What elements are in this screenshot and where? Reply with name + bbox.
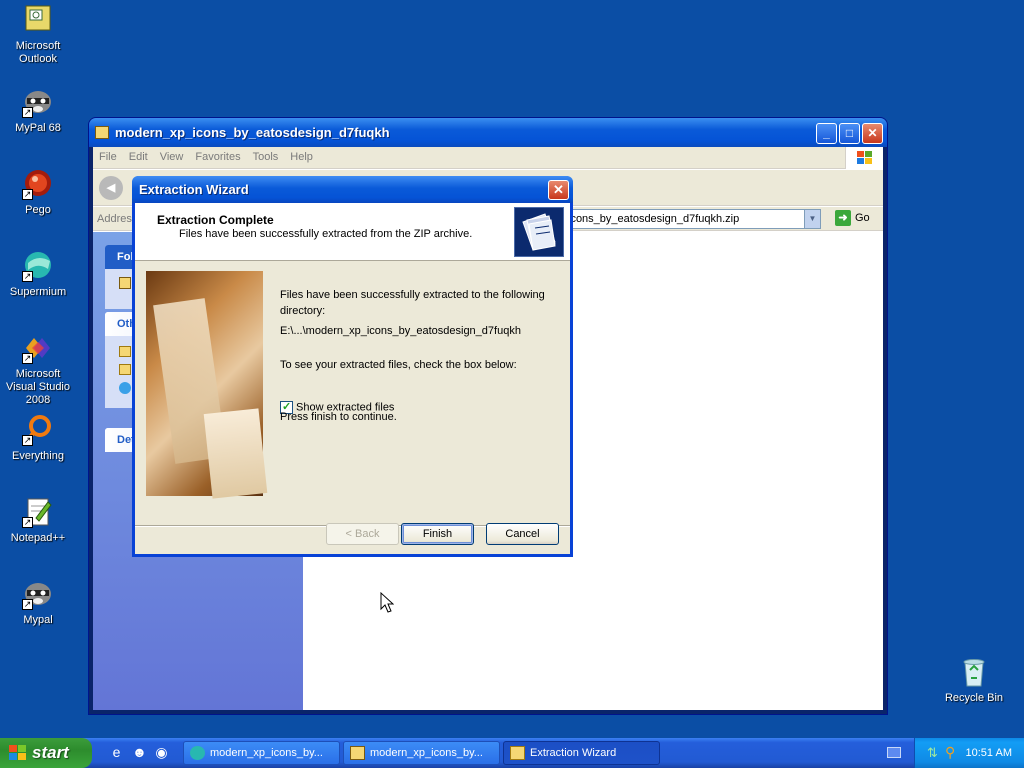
taskbar-item-label: Extraction Wizard — [530, 747, 617, 759]
desktop-icon-label: Supermium — [9, 286, 67, 298]
folder-task-icon — [119, 277, 131, 289]
browser-icon — [190, 746, 205, 760]
search-tray-icon[interactable]: ⚲ — [945, 744, 955, 761]
mouse-cursor-icon — [380, 591, 395, 617]
notepad-icon: ↗ — [22, 496, 54, 528]
desktop-icon-visual-studio[interactable]: ↗ Microsoft Visual Studio 2008 — [0, 332, 76, 407]
supermium-icon: ↗ — [22, 250, 54, 282]
taskbar-item-explorer[interactable]: modern_xp_icons_by... — [343, 741, 500, 765]
dialog-body: Extraction Complete Files have been succ… — [135, 203, 570, 554]
taskbar-item-browser[interactable]: modern_xp_icons_by... — [183, 741, 340, 765]
windows-logo-icon — [845, 147, 883, 169]
close-button[interactable]: ✕ — [548, 180, 569, 200]
taskbar-item-label: modern_xp_icons_by... — [210, 747, 323, 759]
cancel-button[interactable]: Cancel — [486, 523, 559, 545]
visual-studio-icon: ↗ — [22, 332, 54, 364]
menu-tools[interactable]: Tools — [247, 147, 285, 167]
desktop-icon-label: Mypal — [23, 614, 53, 626]
menu-edit[interactable]: Edit — [123, 147, 154, 167]
address-input[interactable]: icons_by_eatosdesign_d7fuqkh.zip ▼ — [563, 209, 821, 229]
folder-icon — [119, 364, 131, 375]
back-button[interactable]: < Back — [326, 523, 399, 545]
extracted-line-1: Files have been successfully extracted t… — [280, 289, 545, 301]
extraction-path: E:\...\modern_xp_icons_by_eatosdesign_d7… — [280, 325, 521, 337]
recycle-bin-icon — [958, 656, 990, 688]
desktop-icon-label: Everything — [12, 450, 64, 462]
address-label: Addres — [97, 213, 132, 225]
menu-file[interactable]: File — [93, 147, 123, 167]
desktop-icon-mypal68[interactable]: ↗ MyPal 68 — [0, 86, 76, 135]
desktop-icon-pego[interactable]: ↗ Pego — [0, 168, 76, 217]
menu-bar: File Edit View Favorites Tools Help — [93, 147, 883, 169]
wizard-header: Extraction Complete Files have been succ… — [135, 203, 570, 261]
taskbar: start e ☻ ◉ modern_xp_icons_by... modern… — [0, 738, 1024, 768]
instruction-text: To see your extracted files, check the b… — [280, 359, 517, 371]
continue-text: Press finish to continue. — [280, 411, 397, 423]
back-arrow-icon[interactable]: ◀ — [99, 176, 123, 200]
search-icon: ↗ — [22, 414, 54, 446]
extraction-wizard-dialog[interactable]: Extraction Wizard ✕ Extraction Complete … — [132, 176, 573, 557]
desktop-icon-supermium[interactable]: ↗ Supermium — [0, 250, 76, 299]
extracted-line-2: directory: — [280, 305, 326, 317]
menu-view[interactable]: View — [154, 147, 190, 167]
ie-quicklaunch-icon[interactable]: e — [108, 744, 125, 761]
zip-folder-icon — [95, 126, 109, 139]
outlook-icon — [22, 4, 54, 36]
explorer-titlebar[interactable]: modern_xp_icons_by_eatosdesign_d7fuqkh _… — [89, 118, 887, 147]
finish-button[interactable]: Finish — [401, 523, 474, 545]
raccoon-icon: ↗ — [22, 578, 54, 610]
extracted-message: Files have been successfully extracted t… — [280, 287, 545, 319]
start-label: start — [32, 743, 69, 762]
folder-icon — [510, 746, 525, 760]
wizard-side-image — [146, 271, 268, 499]
desktop-icon-outlook[interactable]: Microsoft Outlook — [0, 4, 76, 66]
taskbar-item-label: modern_xp_icons_by... — [370, 747, 483, 759]
desktop-icon-label: Recycle Bin — [944, 692, 1004, 704]
network-tray-icon[interactable]: ⇅ — [927, 745, 938, 761]
pego-icon: ↗ — [22, 168, 54, 200]
desktop-icon-label: MyPal 68 — [15, 122, 61, 134]
maximize-button[interactable]: □ — [839, 123, 860, 144]
minimize-button[interactable]: _ — [816, 123, 837, 144]
folder-icon — [119, 346, 131, 357]
keyboard-icon[interactable] — [887, 747, 901, 758]
desktop-icon-label: Pego — [25, 204, 51, 216]
desktop-icon-label: Notepad++ — [10, 532, 66, 544]
media-quicklaunch-icon[interactable]: ◉ — [153, 744, 170, 761]
desktop-icon-notepadpp[interactable]: ↗ Notepad++ — [0, 496, 76, 545]
desktop-icon-mypal[interactable]: ↗ Mypal — [0, 578, 76, 627]
raccoon-quicklaunch-icon[interactable]: ☻ — [131, 744, 148, 761]
clock[interactable]: 10:51 AM — [966, 747, 1012, 759]
network-icon — [119, 382, 131, 394]
dialog-title: Extraction Wizard — [139, 182, 249, 197]
go-arrow-icon: ➜ — [835, 210, 851, 226]
windows-logo-icon — [9, 745, 26, 760]
header-title: Extraction Complete — [157, 213, 274, 227]
header-subtitle: Files have been successfully extracted f… — [179, 228, 473, 240]
desktop-icon-label: Microsoft Visual Studio 2008 — [5, 368, 70, 406]
start-button[interactable]: start — [0, 738, 92, 768]
address-value: icons_by_eatosdesign_d7fuqkh.zip — [568, 213, 740, 225]
menu-favorites[interactable]: Favorites — [189, 147, 246, 167]
desktop-icon-everything[interactable]: ↗ Everything — [0, 414, 76, 463]
desktop-icon-label: Microsoft Outlook — [15, 40, 61, 65]
close-button[interactable]: ✕ — [862, 123, 883, 144]
desktop-icon-recycle-bin[interactable]: Recycle Bin — [936, 656, 1012, 705]
chevron-down-icon[interactable]: ▼ — [804, 210, 820, 228]
system-tray: ⇅ ⚲ 10:51 AM — [914, 738, 1024, 768]
taskbar-item-extraction-wizard[interactable]: Extraction Wizard — [503, 741, 660, 765]
raccoon-icon: ↗ — [22, 86, 54, 118]
menu-help[interactable]: Help — [284, 147, 319, 167]
zip-folder-icon — [350, 746, 365, 760]
go-label: Go — [855, 211, 870, 224]
zip-pages-icon — [514, 207, 564, 257]
dialog-titlebar[interactable]: Extraction Wizard ✕ — [132, 176, 573, 203]
go-button[interactable]: ➜ Go — [835, 210, 870, 228]
explorer-title: modern_xp_icons_by_eatosdesign_d7fuqkh — [115, 125, 390, 140]
